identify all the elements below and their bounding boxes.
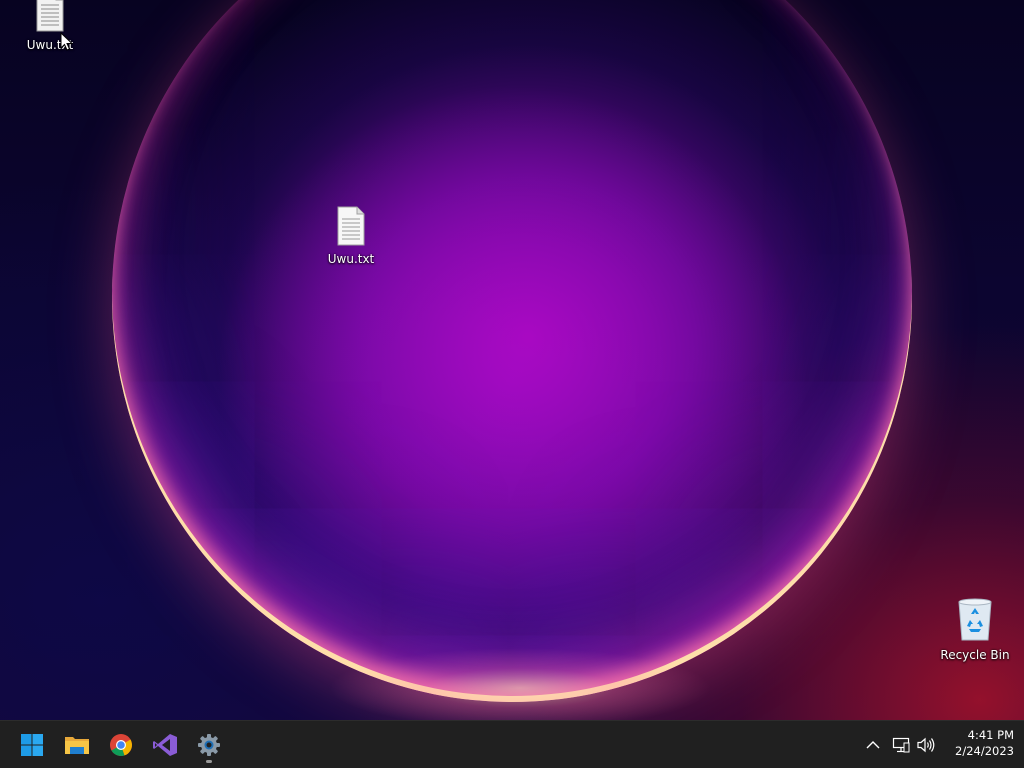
desktop-icon-label: Uwu.txt <box>26 38 74 52</box>
volume-icon <box>917 737 935 753</box>
network-icon <box>892 737 910 753</box>
visual-studio-icon <box>153 734 177 756</box>
clock[interactable]: 4:41 PM 2/24/2023 <box>940 727 1014 759</box>
start-button[interactable] <box>12 725 52 765</box>
chrome-icon <box>110 734 132 756</box>
show-hidden-icons-button[interactable] <box>861 733 885 757</box>
windows-logo-icon <box>21 734 43 756</box>
desktop-icon-uwu-txt[interactable]: Uwu.txt <box>313 206 389 266</box>
visual-studio-button[interactable] <box>145 725 185 765</box>
text-file-icon <box>337 206 365 246</box>
desktop-icon-uwu-txt-dragged[interactable]: Uwu.txt <box>12 0 88 52</box>
desktop-icon-label: Recycle Bin <box>940 648 1010 662</box>
wallpaper-glow <box>330 640 710 720</box>
desktop-icon-label: Uwu.txt <box>327 252 375 266</box>
recycle-bin-icon <box>958 598 992 641</box>
running-indicator <box>206 760 212 763</box>
chevron-up-icon <box>866 741 880 749</box>
folder-icon <box>65 737 89 754</box>
clock-date: 2/24/2023 <box>955 744 1014 758</box>
taskbar: 4:41 PM 2/24/2023 <box>0 720 1024 768</box>
gear-icon <box>198 734 220 756</box>
desktop-icon-recycle-bin[interactable]: Recycle Bin <box>937 596 1013 662</box>
settings-button[interactable] <box>189 725 229 765</box>
network-button[interactable] <box>889 733 913 757</box>
desktop[interactable]: Uwu.txt Uwu.txt Recycle Bin <box>0 0 1024 720</box>
file-explorer-button[interactable] <box>57 725 97 765</box>
text-file-icon <box>36 0 64 32</box>
volume-button[interactable] <box>914 733 938 757</box>
clock-time: 4:41 PM <box>967 728 1014 742</box>
mouse-cursor-icon <box>60 32 74 51</box>
wallpaper-orb-rim <box>112 0 912 702</box>
chrome-button[interactable] <box>101 725 141 765</box>
